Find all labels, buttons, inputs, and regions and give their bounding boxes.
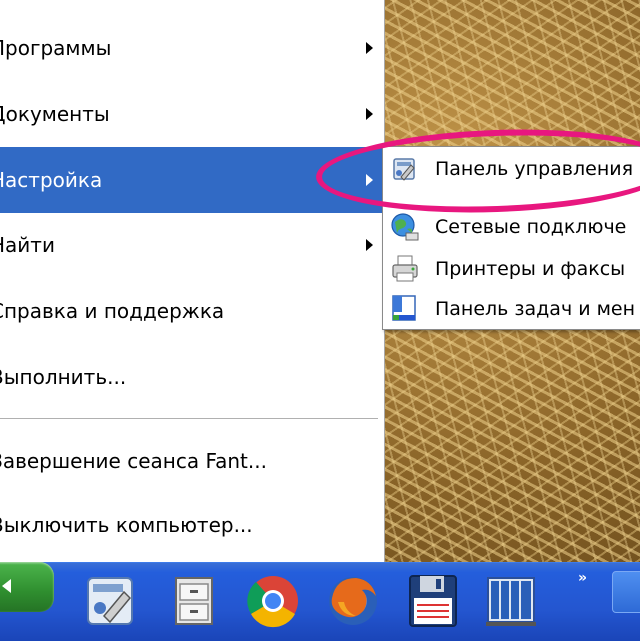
menu-item-label: Выполнить... bbox=[0, 365, 127, 389]
menu-item-label: Выключить компьютер... bbox=[0, 513, 253, 537]
menu-item-label: Найти bbox=[0, 233, 55, 257]
menu-item-label: Настройка bbox=[0, 168, 103, 192]
tray-overflow-chevron[interactable]: » bbox=[578, 570, 587, 586]
submenu-item-printers-faxes[interactable]: Принтеры и факсы bbox=[383, 247, 640, 291]
firefox-icon[interactable] bbox=[324, 572, 382, 630]
menu-item-run[interactable]: Выполнить... bbox=[0, 344, 383, 410]
printers-faxes-icon bbox=[392, 255, 418, 282]
menu-item-label: Справка и поддержка bbox=[0, 299, 225, 323]
menu-item-programs[interactable]: Программы bbox=[0, 15, 383, 81]
taskbar-button[interactable] bbox=[612, 571, 640, 613]
network-connections-icon bbox=[391, 213, 419, 241]
submenu-item-label: Сетевые подключе bbox=[435, 216, 627, 238]
menu-separator bbox=[0, 418, 378, 419]
menu-item-label: Документы bbox=[0, 102, 110, 126]
menu-item-help-support[interactable]: Справка и поддержка bbox=[0, 278, 383, 344]
start-arrow-icon bbox=[2, 579, 11, 593]
menu-item-label: Программы bbox=[0, 36, 112, 60]
menu-item-search[interactable]: Найти bbox=[0, 212, 383, 278]
start-menu: Программы Документы Настройка Найти Спра… bbox=[0, 0, 385, 562]
floppy-save-icon[interactable] bbox=[404, 572, 462, 630]
file-cabinet-icon[interactable] bbox=[166, 572, 224, 630]
menu-item-log-off[interactable]: Завершение сеанса Fant... bbox=[0, 428, 383, 494]
submenu-arrow-icon bbox=[366, 42, 373, 54]
menu-item-label: Завершение сеанса Fant... bbox=[0, 449, 267, 473]
control-panel-icon[interactable] bbox=[82, 572, 140, 630]
submenu-item-label: Принтеры и факсы bbox=[435, 258, 626, 280]
submenu-item-label: Панель задач и мен bbox=[435, 298, 636, 320]
menu-item-documents[interactable]: Документы bbox=[0, 81, 383, 147]
submenu-item-taskbar-menu[interactable]: Панель задач и мен bbox=[383, 287, 640, 331]
submenu-arrow-icon bbox=[366, 239, 373, 251]
server-rack-icon[interactable] bbox=[482, 572, 540, 630]
menu-item-shut-down[interactable]: Выключить компьютер... bbox=[0, 492, 383, 558]
submenu-arrow-icon bbox=[366, 108, 373, 120]
chrome-icon[interactable] bbox=[244, 572, 302, 630]
start-button[interactable] bbox=[0, 562, 54, 612]
taskbar-menu-icon bbox=[392, 295, 416, 321]
submenu-item-network-connections[interactable]: Сетевые подключе bbox=[383, 205, 640, 249]
